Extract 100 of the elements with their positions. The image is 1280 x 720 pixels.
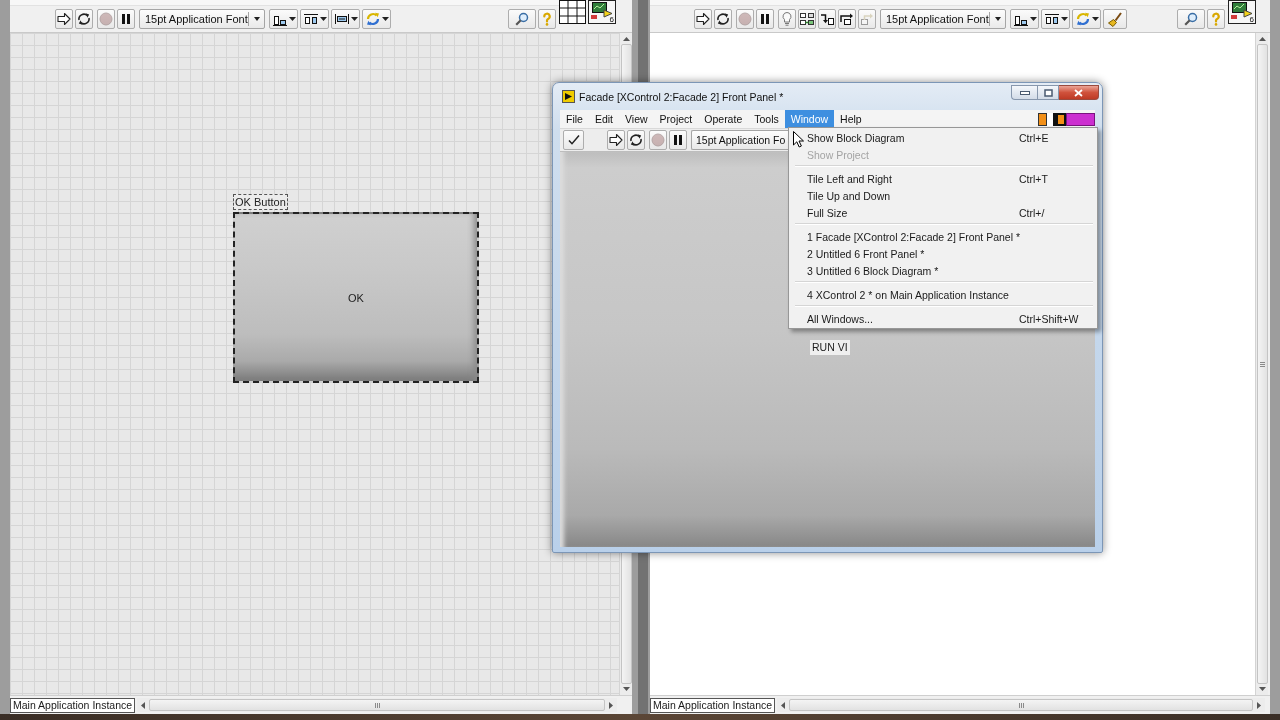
maximize-icon [1043, 88, 1053, 97]
menu-bar-item[interactable]: Edit [588, 110, 619, 128]
search-button[interactable] [508, 9, 536, 29]
menu-item[interactable]: Tile Up and Down [791, 187, 1095, 204]
up-arrow-icon[interactable] [622, 37, 630, 41]
right-arrow-icon[interactable] [609, 701, 613, 709]
step-into-icon [819, 11, 835, 27]
left-arrow-icon[interactable] [781, 701, 786, 709]
menu-bar-item[interactable]: View [619, 110, 654, 128]
scroll-thumb[interactable] [789, 699, 1253, 711]
distribute-button[interactable] [300, 9, 329, 29]
step-into-button[interactable] [818, 9, 836, 29]
cleanup-button[interactable] [1103, 9, 1127, 29]
shortcut-text: Ctrl+/ [1019, 206, 1046, 219]
menu-item[interactable]: Full Size Ctrl+/ [791, 204, 1095, 221]
vi-icon[interactable]: 6 [1228, 0, 1256, 24]
step-over-icon [839, 11, 855, 27]
horizontal-scrollbar[interactable] [137, 698, 617, 712]
shortcut-text: Ctrl+E [1019, 131, 1050, 144]
loop-arrows-icon [76, 11, 92, 27]
retain-values-button[interactable] [798, 9, 816, 29]
caret-icon [1060, 17, 1068, 21]
left-arrow-icon[interactable] [141, 701, 146, 709]
menu-item[interactable]: 1 Facade [XControl 2:Facade 2] Front Panel * [791, 228, 1095, 245]
minimize-button[interactable] [1011, 85, 1037, 100]
arrow-icon [56, 11, 72, 27]
search-button[interactable] [1177, 9, 1205, 29]
reorder-button[interactable] [1072, 9, 1101, 29]
scroll-thumb[interactable] [149, 699, 605, 711]
step-out-icon [859, 11, 875, 27]
window-title: Facade [XControl 2:Facade 2] Front Panel * [579, 90, 784, 103]
vi-icon[interactable] [1038, 112, 1095, 126]
cursor-icon [793, 131, 804, 148]
menu-item[interactable]: Tile Left and Right Ctrl+T [791, 170, 1095, 187]
run-continuously-button[interactable] [75, 9, 93, 29]
connector-pane-icon[interactable] [559, 0, 586, 24]
run-button[interactable] [607, 130, 625, 150]
close-button[interactable] [1059, 85, 1099, 100]
align-button[interactable] [1010, 9, 1039, 29]
icon-number: 6 [609, 15, 614, 24]
caret-icon [1091, 17, 1099, 21]
resize-button[interactable] [331, 9, 360, 29]
cycle-arrows-icon [364, 11, 381, 27]
menu-item[interactable]: 3 Untitled 6 Block Diagram * [791, 262, 1095, 279]
run-continuously-button[interactable] [714, 9, 732, 29]
font-dropdown[interactable]: 15pt Application Font [880, 9, 1006, 29]
font-dropdown[interactable]: 15pt Application Fo [691, 130, 788, 150]
menu-bar-item[interactable]: File [560, 110, 589, 128]
distribute-icon [302, 11, 319, 27]
down-arrow-icon[interactable] [1258, 687, 1266, 691]
search-icon [1183, 11, 1199, 27]
run-button[interactable] [694, 9, 712, 29]
context-label: Main Application Instance [650, 697, 776, 713]
caret-icon [319, 17, 327, 21]
shortcut-text: Ctrl+T [1019, 172, 1049, 185]
app-icon [562, 90, 575, 103]
caret-icon [350, 17, 358, 21]
up-arrow-icon[interactable] [1258, 37, 1266, 41]
run-button[interactable] [55, 9, 73, 29]
font-dropdown[interactable]: 15pt Application Font [139, 9, 265, 29]
menu-bar-item[interactable]: Project [653, 110, 699, 128]
vi-icon[interactable]: 6 [588, 0, 616, 24]
menu-item[interactable]: 4 XControl 2 * on Main Application Instance [791, 286, 1095, 303]
distribute-icon [1043, 11, 1060, 27]
menu-bar-item[interactable]: Tools [748, 110, 785, 128]
stop-icon [98, 11, 114, 27]
stop-icon [737, 11, 753, 27]
distribute-button[interactable] [1041, 9, 1070, 29]
brush-icon [1107, 11, 1123, 27]
search-icon [514, 11, 530, 27]
menu-bar-item[interactable]: Operate [698, 110, 749, 128]
menu-item[interactable]: All Windows... Ctrl+Shift+W [791, 310, 1095, 327]
loop-arrows-icon [628, 132, 644, 148]
stop-icon [650, 132, 666, 148]
menu-item[interactable]: 2 Untitled 6 Front Panel * [791, 245, 1095, 262]
context-label: Main Application Instance [10, 697, 136, 713]
light-bulb-icon [779, 11, 795, 27]
align-button[interactable] [269, 9, 298, 29]
caret-icon [288, 17, 296, 21]
minimize-icon [1019, 90, 1030, 95]
horizontal-scrollbar[interactable] [777, 698, 1265, 712]
wire-values-icon [799, 11, 815, 27]
menu-bar-item[interactable]: Help [834, 110, 868, 128]
pause-button[interactable] [117, 9, 135, 29]
down-arrow-icon[interactable] [622, 687, 630, 691]
right-arrow-icon[interactable] [1257, 701, 1261, 709]
resize-icon [333, 11, 350, 27]
highlight-button[interactable] [778, 9, 796, 29]
reorder-button[interactable] [362, 9, 391, 29]
maximize-button[interactable] [1037, 85, 1059, 100]
close-icon [1074, 88, 1083, 97]
pause-button[interactable] [756, 9, 774, 29]
arrow-icon [608, 132, 624, 148]
panel-button[interactable]: OK [233, 212, 479, 383]
apply-button[interactable] [563, 130, 584, 150]
menu-item[interactable]: Show Block Diagram Ctrl+E [791, 129, 1095, 146]
run-continuously-button[interactable] [627, 130, 645, 150]
step-over-button[interactable] [838, 9, 856, 29]
pause-button[interactable] [669, 130, 687, 150]
arrow-icon [695, 11, 711, 27]
